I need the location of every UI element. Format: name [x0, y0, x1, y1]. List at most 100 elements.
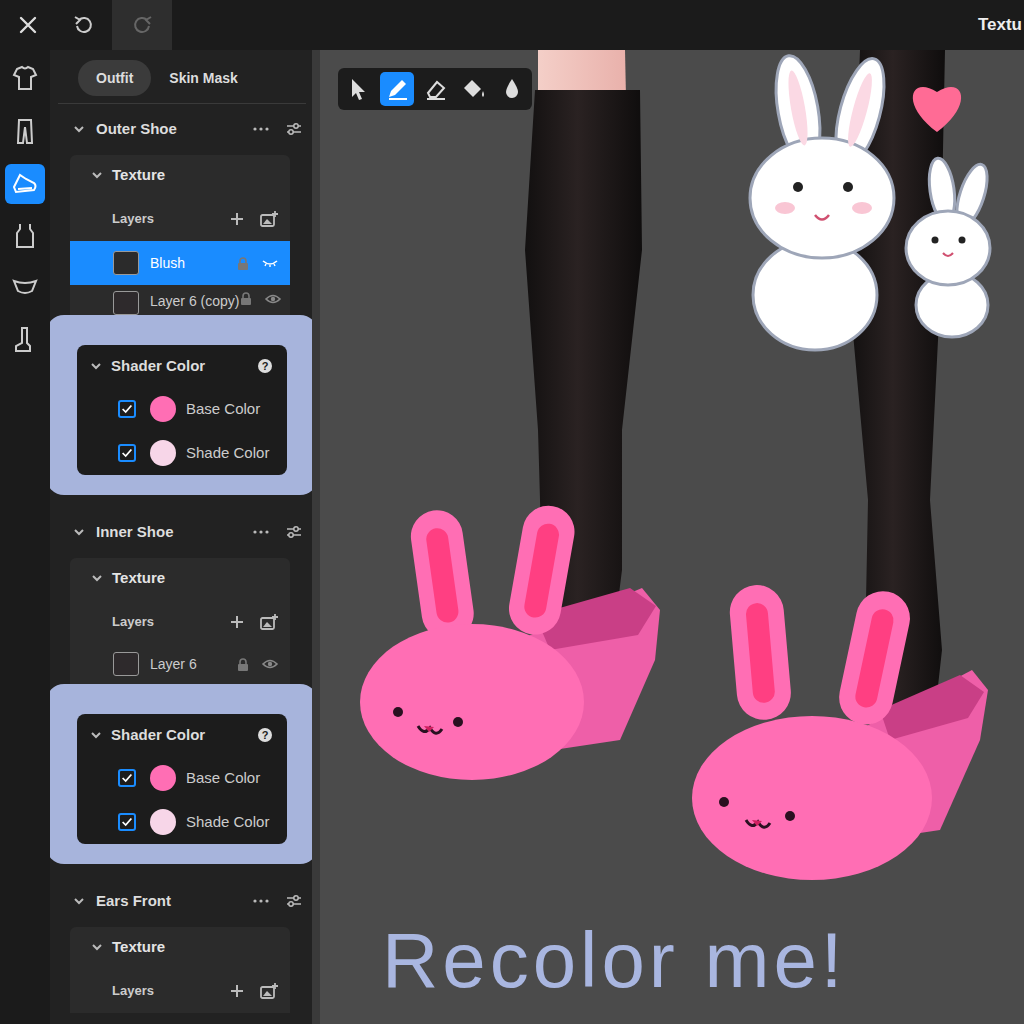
layer-name: Layer 6	[150, 654, 197, 675]
color-label: Shade Color	[186, 442, 269, 465]
shader-header[interactable]: Shader Color?	[77, 345, 287, 387]
color-label: Shade Color	[186, 811, 269, 834]
settings-icon[interactable]	[286, 122, 302, 136]
tool-button[interactable]	[418, 72, 452, 106]
highlight-frame: Shader Color? Base Color Shade Color	[50, 315, 318, 495]
layer-row[interactable]: Blush	[70, 241, 290, 285]
texture-title: Texture	[112, 164, 165, 187]
check-icon	[120, 401, 134, 417]
shader-header[interactable]: Shader Color?	[77, 714, 287, 756]
check-icon	[120, 814, 134, 830]
settings-icon[interactable]	[286, 525, 302, 539]
svg-text:?: ?	[262, 360, 269, 372]
eye-icon[interactable]	[262, 657, 278, 671]
texture-header[interactable]: Texture	[70, 155, 290, 195]
texture-card: Texture Layers Layer 6	[70, 558, 290, 684]
annotation-text: Recolor me!	[382, 918, 846, 1004]
category-icon	[10, 169, 40, 199]
chevron-icon[interactable]	[89, 728, 103, 742]
tool-button[interactable]	[456, 72, 490, 106]
window-title: Textu	[978, 12, 1024, 38]
layers-header: Layers	[70, 197, 290, 241]
more-icon[interactable]	[252, 894, 270, 908]
layers-label: Layers	[112, 612, 154, 632]
chevron-icon[interactable]	[90, 940, 104, 954]
category-item[interactable]	[5, 112, 45, 152]
undo-icon[interactable]	[56, 0, 112, 50]
lock-icon[interactable]	[236, 256, 250, 271]
more-icon[interactable]	[252, 122, 270, 136]
color-row: Shade Color	[77, 800, 287, 844]
color-checkbox[interactable]	[118, 444, 136, 462]
layer-panel: OutfitSkin Mask Outer ShoeTextureLayersB…	[50, 50, 320, 1024]
lock-icon[interactable]	[239, 291, 253, 306]
layers-label: Layers	[112, 981, 154, 1001]
hidden-eye-icon[interactable]	[262, 256, 278, 270]
color-swatch[interactable]	[150, 809, 176, 835]
layer-thumbnail	[113, 291, 139, 315]
texture-header[interactable]: Texture	[70, 558, 290, 598]
color-checkbox[interactable]	[118, 769, 136, 787]
eye-icon[interactable]	[265, 292, 281, 306]
chevron-icon[interactable]	[90, 168, 104, 182]
texture-card: Texture Layers	[70, 927, 290, 1013]
section-header[interactable]: Outer Shoe	[50, 109, 312, 149]
add-image-icon[interactable]	[260, 614, 278, 630]
color-label: Base Color	[186, 398, 260, 421]
category-icon	[10, 117, 40, 147]
section-header[interactable]: Ears Front	[50, 881, 312, 921]
help-icon[interactable]: ?	[257, 358, 273, 374]
color-swatch[interactable]	[150, 396, 176, 422]
color-swatch[interactable]	[150, 765, 176, 791]
tool-button[interactable]	[342, 72, 376, 106]
category-icon	[10, 221, 40, 251]
color-swatch[interactable]	[150, 440, 176, 466]
color-label: Base Color	[186, 767, 260, 790]
settings-icon[interactable]	[286, 894, 302, 908]
chevron-icon[interactable]	[72, 525, 86, 539]
color-checkbox[interactable]	[118, 813, 136, 831]
redo-icon[interactable]	[112, 0, 172, 50]
color-checkbox[interactable]	[118, 400, 136, 418]
layers-header: Layers	[70, 969, 290, 1013]
category-icon	[10, 65, 40, 95]
top-bar: Textu	[0, 0, 1024, 50]
check-icon	[120, 770, 134, 786]
model-canvas[interactable]: Recolor me!	[320, 50, 1024, 1024]
lock-icon[interactable]	[236, 657, 250, 672]
more-icon[interactable]	[252, 525, 270, 539]
panel-tab[interactable]: Skin Mask	[151, 60, 255, 96]
add-image-icon[interactable]	[260, 983, 278, 999]
chevron-icon[interactable]	[89, 359, 103, 373]
section-title: Inner Shoe	[96, 521, 174, 544]
chevron-icon[interactable]	[72, 122, 86, 136]
add-image-icon[interactable]	[260, 211, 278, 227]
texture-title: Texture	[112, 936, 165, 959]
add-icon[interactable]	[230, 615, 244, 629]
category-item[interactable]	[5, 216, 45, 256]
close-icon[interactable]	[0, 0, 56, 50]
layer-row[interactable]: Layer 6	[70, 644, 290, 684]
add-icon[interactable]	[230, 212, 244, 226]
color-row: Base Color	[77, 387, 287, 431]
shader-title: Shader Color	[111, 355, 205, 378]
tool-button[interactable]	[380, 72, 414, 106]
category-item[interactable]	[5, 164, 45, 204]
tool-bar	[338, 68, 532, 110]
category-item[interactable]	[5, 268, 45, 308]
section-header[interactable]: Inner Shoe	[50, 512, 312, 552]
help-icon[interactable]: ?	[257, 727, 273, 743]
texture-header[interactable]: Texture	[70, 927, 290, 967]
layer-row[interactable]: Layer 6 (copy)	[70, 285, 290, 315]
chevron-icon[interactable]	[72, 894, 86, 908]
panel-tab[interactable]: Outfit	[78, 60, 151, 96]
chevron-icon[interactable]	[90, 571, 104, 585]
add-icon[interactable]	[230, 984, 244, 998]
category-icon	[10, 325, 40, 355]
tool-button[interactable]	[494, 72, 528, 106]
tab-label: Outfit	[96, 68, 133, 89]
check-icon	[120, 445, 134, 461]
category-item[interactable]	[5, 320, 45, 360]
svg-text:?: ?	[262, 729, 269, 741]
category-item[interactable]	[5, 60, 45, 100]
